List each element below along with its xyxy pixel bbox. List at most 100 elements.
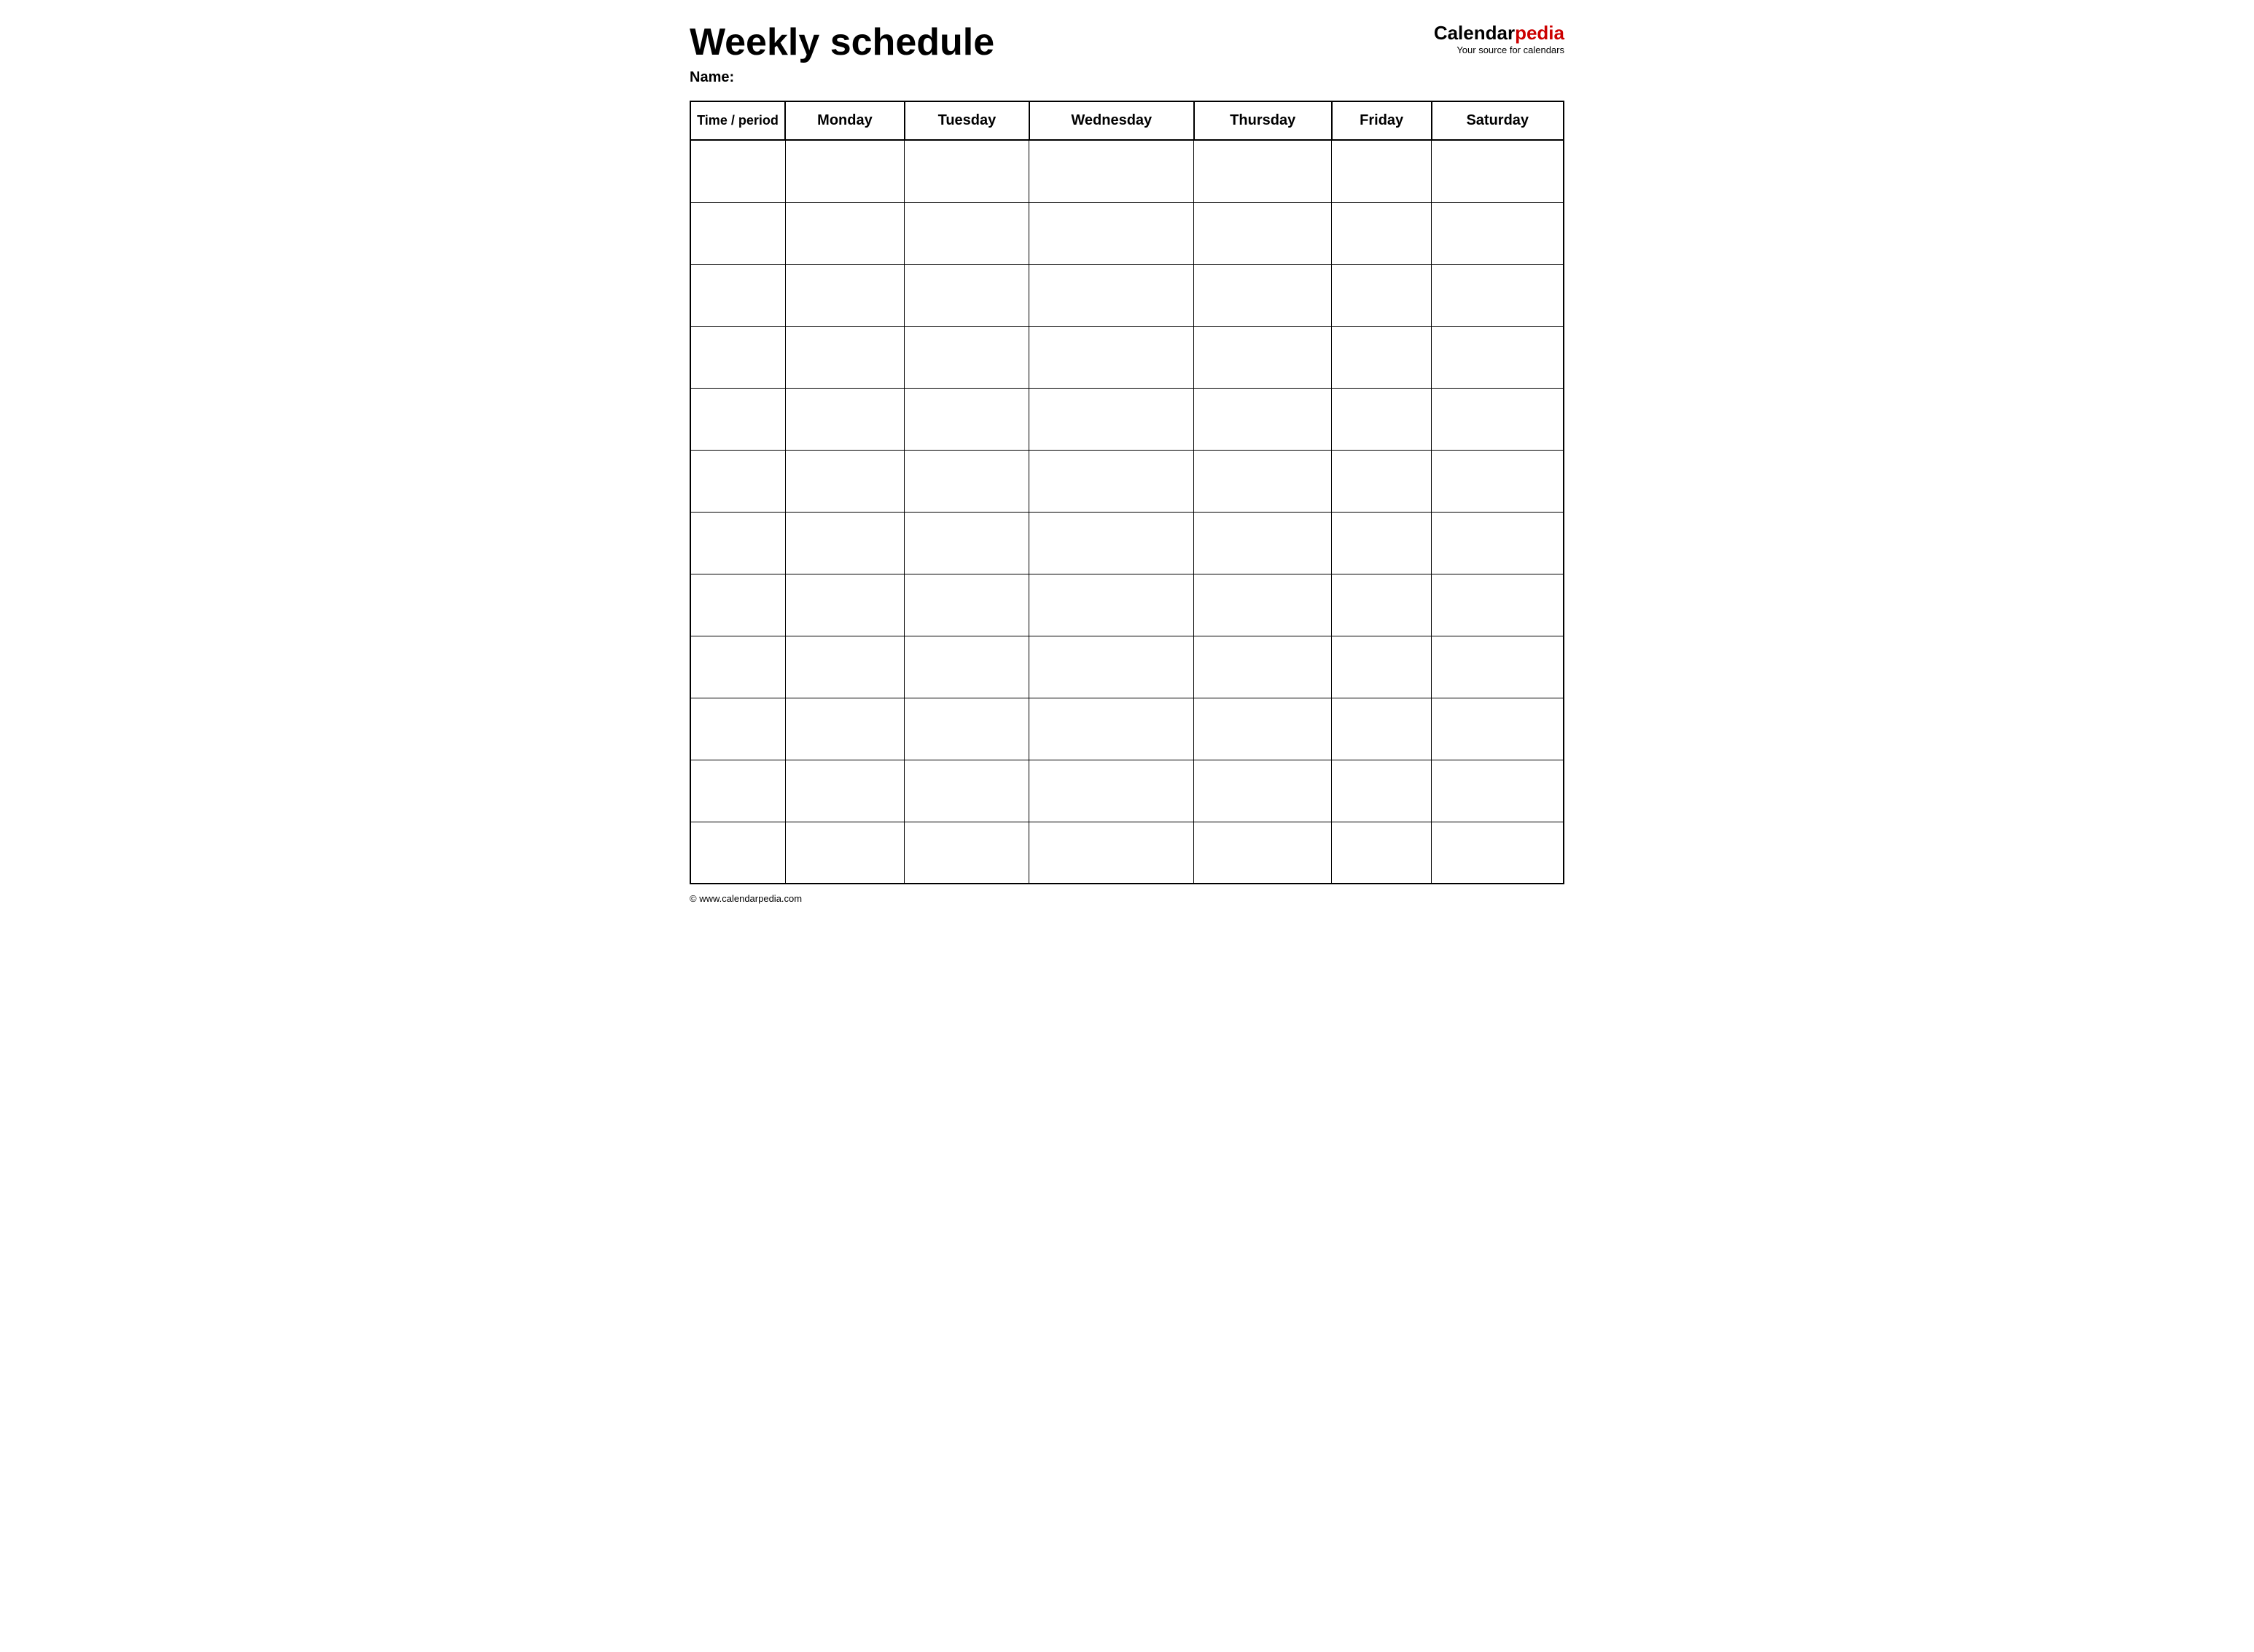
schedule-cell[interactable]	[1029, 698, 1194, 760]
schedule-cell[interactable]	[1432, 140, 1564, 202]
schedule-cell[interactable]	[1432, 388, 1564, 450]
time-cell[interactable]	[690, 574, 785, 636]
schedule-cell[interactable]	[785, 388, 905, 450]
schedule-cell[interactable]	[785, 636, 905, 698]
time-cell[interactable]	[690, 140, 785, 202]
table-row	[690, 140, 1564, 202]
time-cell[interactable]	[690, 698, 785, 760]
schedule-cell[interactable]	[1432, 202, 1564, 264]
schedule-cell[interactable]	[905, 264, 1029, 326]
schedule-cell[interactable]	[905, 512, 1029, 574]
schedule-cell[interactable]	[1029, 822, 1194, 884]
schedule-cell[interactable]	[905, 388, 1029, 450]
col-header-monday: Monday	[785, 101, 905, 140]
schedule-cell[interactable]	[905, 202, 1029, 264]
schedule-cell[interactable]	[1432, 698, 1564, 760]
schedule-cell[interactable]	[1029, 388, 1194, 450]
time-cell[interactable]	[690, 450, 785, 512]
schedule-cell[interactable]	[1194, 698, 1332, 760]
schedule-cell[interactable]	[1432, 636, 1564, 698]
schedule-cell[interactable]	[1194, 264, 1332, 326]
schedule-cell[interactable]	[1432, 574, 1564, 636]
schedule-cell[interactable]	[1332, 450, 1432, 512]
schedule-cell[interactable]	[1194, 326, 1332, 388]
col-header-friday: Friday	[1332, 101, 1432, 140]
schedule-cell[interactable]	[1332, 512, 1432, 574]
schedule-cell[interactable]	[785, 140, 905, 202]
schedule-cell[interactable]	[1332, 202, 1432, 264]
schedule-cell[interactable]	[1332, 760, 1432, 822]
schedule-cell[interactable]	[1332, 698, 1432, 760]
time-cell[interactable]	[690, 760, 785, 822]
schedule-cell[interactable]	[1432, 822, 1564, 884]
logo-calendar: Calendar	[1434, 22, 1515, 44]
footer-text: © www.calendarpedia.com	[690, 893, 802, 904]
schedule-cell[interactable]	[1194, 512, 1332, 574]
schedule-cell[interactable]	[1332, 326, 1432, 388]
table-row	[690, 636, 1564, 698]
schedule-cell[interactable]	[905, 574, 1029, 636]
schedule-cell[interactable]	[905, 326, 1029, 388]
logo-tagline: Your source for calendars	[1456, 44, 1564, 55]
schedule-cell[interactable]	[1029, 264, 1194, 326]
schedule-cell[interactable]	[1194, 822, 1332, 884]
table-row	[690, 574, 1564, 636]
schedule-cell[interactable]	[1194, 202, 1332, 264]
schedule-cell[interactable]	[1029, 760, 1194, 822]
time-cell[interactable]	[690, 636, 785, 698]
schedule-cell[interactable]	[1432, 512, 1564, 574]
time-cell[interactable]	[690, 202, 785, 264]
schedule-cell[interactable]	[1029, 574, 1194, 636]
schedule-cell[interactable]	[1029, 636, 1194, 698]
schedule-cell[interactable]	[905, 822, 1029, 884]
schedule-cell[interactable]	[1029, 140, 1194, 202]
logo-section: Calendarpedia Your source for calendars	[1434, 22, 1564, 55]
logo-pedia: pedia	[1515, 22, 1564, 44]
col-header-saturday: Saturday	[1432, 101, 1564, 140]
schedule-cell[interactable]	[1332, 140, 1432, 202]
schedule-cell[interactable]	[1194, 574, 1332, 636]
schedule-cell[interactable]	[785, 326, 905, 388]
schedule-cell[interactable]	[785, 512, 905, 574]
schedule-cell[interactable]	[785, 822, 905, 884]
schedule-cell[interactable]	[1029, 326, 1194, 388]
schedule-cell[interactable]	[905, 698, 1029, 760]
schedule-cell[interactable]	[785, 574, 905, 636]
schedule-body	[690, 140, 1564, 884]
schedule-cell[interactable]	[785, 264, 905, 326]
name-label: Name:	[690, 69, 1434, 86]
schedule-cell[interactable]	[905, 450, 1029, 512]
schedule-cell[interactable]	[1029, 512, 1194, 574]
schedule-cell[interactable]	[1029, 450, 1194, 512]
schedule-cell[interactable]	[1332, 636, 1432, 698]
schedule-cell[interactable]	[1432, 760, 1564, 822]
time-cell[interactable]	[690, 388, 785, 450]
page-title: Weekly schedule	[690, 22, 1434, 63]
schedule-cell[interactable]	[1194, 388, 1332, 450]
schedule-cell[interactable]	[785, 450, 905, 512]
time-cell[interactable]	[690, 264, 785, 326]
schedule-cell[interactable]	[905, 760, 1029, 822]
schedule-cell[interactable]	[1029, 202, 1194, 264]
table-header-row: Time / period Monday Tuesday Wednesday T…	[690, 101, 1564, 140]
schedule-cell[interactable]	[1332, 822, 1432, 884]
schedule-cell[interactable]	[905, 140, 1029, 202]
schedule-cell[interactable]	[1194, 636, 1332, 698]
schedule-cell[interactable]	[1432, 450, 1564, 512]
schedule-cell[interactable]	[785, 698, 905, 760]
schedule-cell[interactable]	[1432, 264, 1564, 326]
schedule-cell[interactable]	[785, 760, 905, 822]
schedule-cell[interactable]	[1432, 326, 1564, 388]
time-cell[interactable]	[690, 822, 785, 884]
schedule-cell[interactable]	[1332, 388, 1432, 450]
schedule-cell[interactable]	[785, 202, 905, 264]
schedule-cell[interactable]	[1332, 574, 1432, 636]
time-cell[interactable]	[690, 326, 785, 388]
table-row	[690, 326, 1564, 388]
time-cell[interactable]	[690, 512, 785, 574]
schedule-cell[interactable]	[1332, 264, 1432, 326]
schedule-cell[interactable]	[1194, 450, 1332, 512]
schedule-cell[interactable]	[1194, 140, 1332, 202]
schedule-cell[interactable]	[1194, 760, 1332, 822]
schedule-cell[interactable]	[905, 636, 1029, 698]
